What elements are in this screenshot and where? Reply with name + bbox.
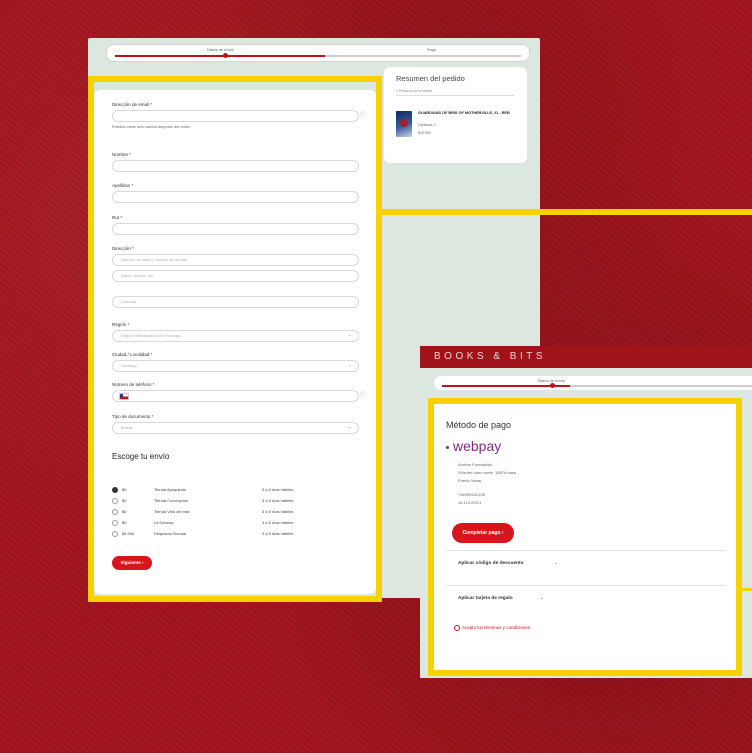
book-cover-image xyxy=(396,111,412,137)
highlight-connector-line xyxy=(742,588,752,591)
highlight-connector-line xyxy=(382,209,752,215)
checkout-stepper: Datos de envío Pago xyxy=(106,44,530,62)
step-payment-label: Pago xyxy=(427,47,437,52)
step-progress-inactive xyxy=(570,385,752,387)
step-current-dot xyxy=(223,53,228,58)
book-price: $15.990 xyxy=(418,131,431,135)
highlight-frame-form xyxy=(88,76,382,602)
order-summary: Resumen del pedido 1 Producto en el carr… xyxy=(384,67,527,163)
summary-cart-toggle[interactable]: 1 Producto en el carrito xyxy=(396,89,514,96)
brand-logo-text: BOOKS & BITS xyxy=(434,351,547,362)
highlight-frame-payment xyxy=(428,398,742,676)
step-progress-inactive xyxy=(325,55,521,57)
summary-title: Resumen del pedido xyxy=(396,74,465,83)
book-quantity: Cantidad: 1 xyxy=(418,123,436,127)
brand-header: BOOKS & BITS xyxy=(420,346,752,368)
checkout-stepper: Datos de envío xyxy=(434,376,752,390)
step-shipping-label: Datos de envío xyxy=(207,47,234,52)
book-title: GUARDIANS OF BRIS OF MOTHERVILLE, #1 - R… xyxy=(418,111,510,115)
step-current-dot xyxy=(550,383,555,388)
step-progress-active xyxy=(115,55,325,57)
